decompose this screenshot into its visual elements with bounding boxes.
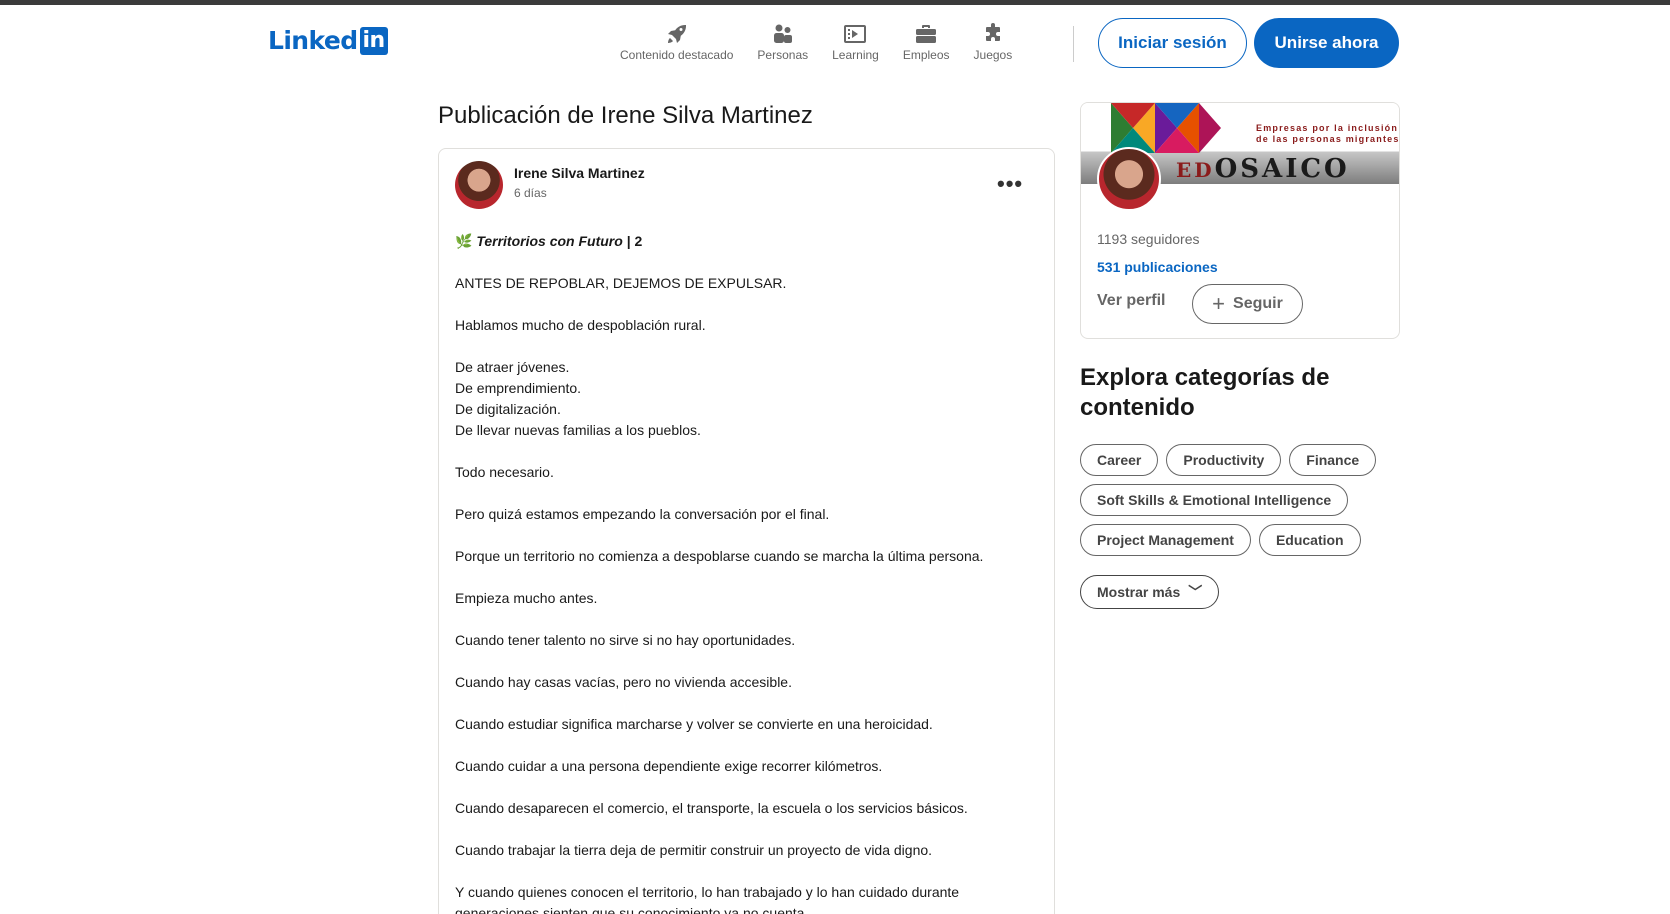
post-paragraph: Cuando cuidar a una persona dependiente … (455, 758, 883, 774)
post-paragraph: ANTES DE REPOBLAR, DEJEMOS DE EXPULSAR. (455, 275, 787, 291)
author-name[interactable]: Irene Silva Martinez (514, 165, 645, 181)
category-chip[interactable]: Project Management (1080, 524, 1251, 556)
category-chip[interactable]: Education (1258, 524, 1361, 556)
post-time: 6 días (514, 186, 547, 200)
linkedin-logo[interactable]: Linked in (268, 26, 388, 55)
posts-count-link[interactable]: 531 publicaciones (1097, 259, 1218, 275)
nav-item-contenido-destacado[interactable]: Contenido destacado (620, 22, 733, 62)
learning-icon (844, 25, 867, 43)
plus-icon: + (1212, 291, 1226, 316)
post-paragraph: Cuando trabajar la tierra deja de permit… (455, 842, 933, 858)
post-paragraph: De llevar nuevas familias a los pueblos. (455, 422, 701, 438)
signin-button[interactable]: Iniciar sesión (1098, 18, 1247, 68)
nav-item-juegos[interactable]: Juegos (973, 22, 1013, 62)
puzzle-icon (985, 23, 1000, 41)
banner-caption-line: de las personas migrantes (1256, 134, 1400, 144)
view-profile-button[interactable]: Ver perfil (1097, 292, 1165, 310)
banner-caption: Empresas por la inclusión de las persona… (1256, 123, 1400, 145)
follow-button[interactable]: + Seguir (1192, 284, 1303, 324)
post-paragraph: Cuando desaparecen el comercio, el trans… (455, 800, 968, 816)
join-button[interactable]: Unirse ahora (1254, 18, 1399, 68)
category-chip[interactable]: Career (1080, 444, 1159, 476)
banner-ed: ED (1176, 158, 1215, 182)
post-paragraph: Pero quizá estamos empezando la conversa… (455, 506, 830, 522)
nav-label: Contenido destacado (620, 48, 734, 62)
banner-title: EDOSAICO (1176, 154, 1350, 184)
author-avatar[interactable] (455, 161, 503, 209)
post-paragraph: Cuando tener talento no sirve si no hay … (455, 632, 796, 648)
banner-title-text: OSAICO (1214, 154, 1350, 184)
post-paragraph: Y cuando quienes conocen el territorio, … (455, 884, 960, 914)
category-chip[interactable]: Finance (1289, 444, 1377, 476)
people-icon (773, 24, 792, 43)
explore-categories-title: Explora categorías de contenido (1080, 364, 1330, 421)
nav-item-learning[interactable]: Learning (832, 22, 879, 62)
leaf-icon: 🌿 (455, 233, 473, 249)
show-more-label: Mostrar más (1097, 584, 1181, 600)
nav-item-empleos[interactable]: Empleos (903, 22, 950, 62)
nav-label: Learning (832, 48, 879, 62)
banner-caption-line: Empresas por la inclusión (1256, 123, 1399, 133)
post-paragraph: De atraer jóvenes. (455, 359, 570, 375)
category-chips: Career Productivity Finance Soft Skills … (1080, 444, 1400, 564)
logo-text: Linked (268, 26, 358, 55)
hashtag-series: Territorios con Futuro (476, 233, 623, 249)
more-options-icon[interactable]: ••• (997, 171, 1023, 197)
nav-label: Juegos (973, 48, 1013, 62)
main-nav: Contenido destacado Personas Learning Em… (620, 22, 1036, 62)
post-paragraph: Empieza mucho antes. (455, 590, 598, 606)
series-number: | 2 (622, 233, 643, 249)
logo-in-box: in (359, 26, 388, 55)
profile-avatar[interactable] (1097, 147, 1161, 211)
nav-label: Personas (757, 48, 809, 62)
top-border (0, 0, 1670, 5)
post-body: 🌿 Territorios con Futuro | 2 ANTES DE RE… (455, 231, 1035, 914)
nav-item-personas[interactable]: Personas (757, 22, 808, 62)
category-chip[interactable]: Productivity (1166, 444, 1282, 476)
post-paragraph: Cuando hay casas vacías, pero no viviend… (455, 674, 792, 690)
post-paragraph: Porque un territorio no comienza a despo… (455, 548, 984, 564)
post-paragraph: De emprendimiento. (455, 380, 582, 396)
category-chip[interactable]: Soft Skills & Emotional Intelligence (1080, 484, 1349, 516)
show-more-button[interactable]: Mostrar más ﹀ (1080, 575, 1220, 609)
follow-label: Seguir (1233, 295, 1283, 312)
post-tag-line: 🌿 Territorios con Futuro | 2 (455, 231, 1035, 252)
post-paragraph: Cuando estudiar significa marcharse y vo… (455, 716, 933, 732)
post-paragraph: Hablamos mucho de despoblación rural. (455, 317, 706, 333)
nav-divider (1073, 26, 1074, 62)
nav-label: Empleos (902, 48, 950, 62)
post-paragraph: Todo necesario. (455, 464, 554, 480)
briefcase-icon (916, 25, 937, 43)
post-paragraph: De digitalización. (455, 401, 561, 417)
page-title: Publicación de Irene Silva Martinez (438, 102, 813, 129)
chevron-down-icon: ﹀ (1188, 584, 1203, 600)
profile-card: Empresas por la inclusión de las persona… (1080, 102, 1400, 339)
rocket-icon (667, 25, 686, 43)
followers-count: 1193 seguidores (1097, 231, 1200, 247)
post-card: Irene Silva Martinez 6 días ••• 🌿 Territ… (438, 148, 1055, 914)
